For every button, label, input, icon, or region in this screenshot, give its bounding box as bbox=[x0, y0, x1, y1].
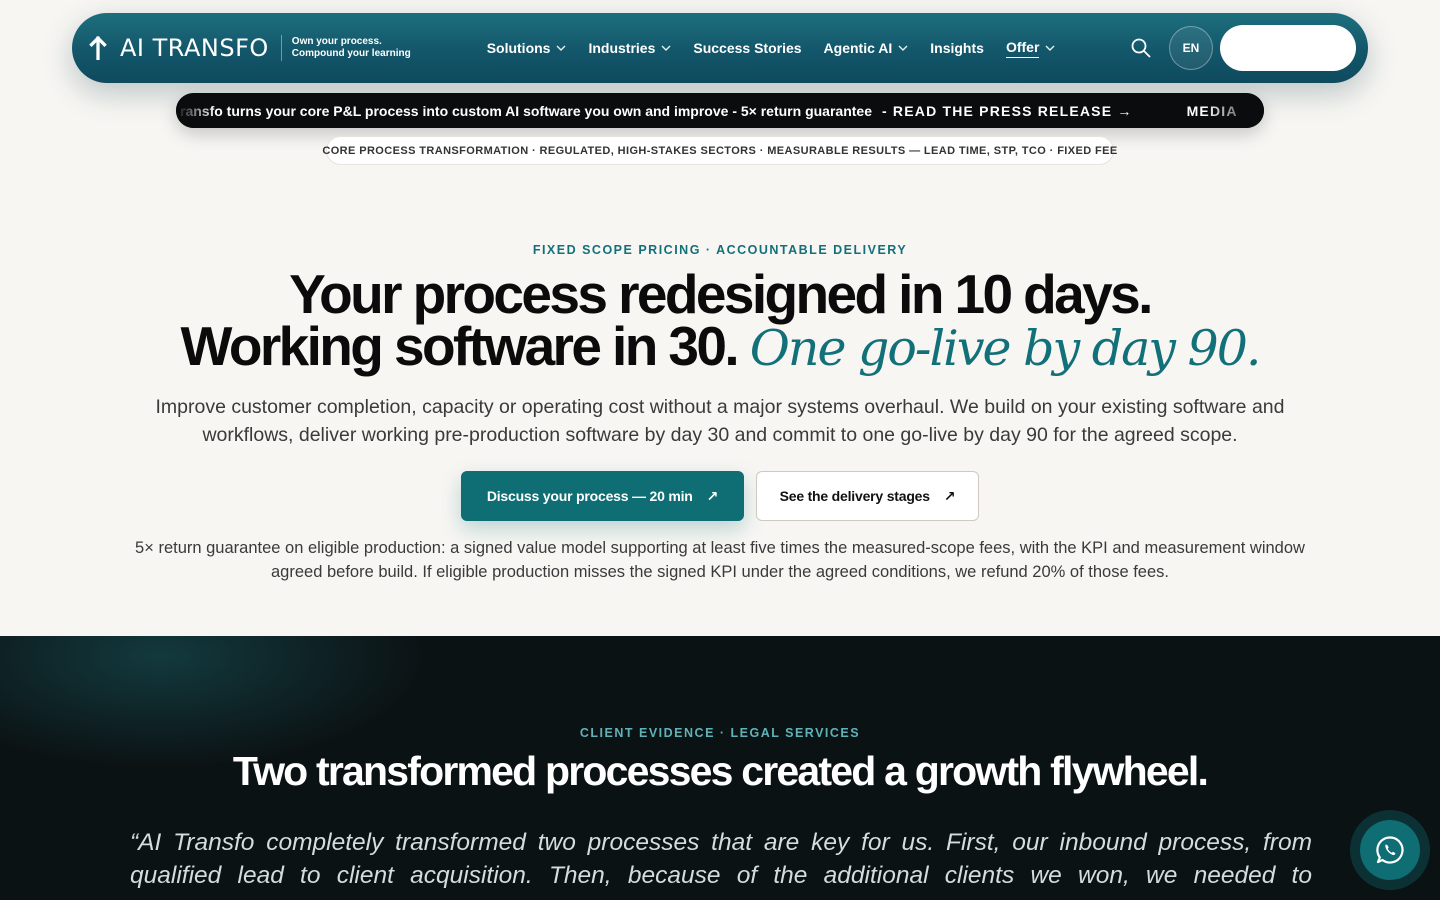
nav-item-industries[interactable]: Industries bbox=[588, 40, 671, 56]
whatsapp-icon bbox=[1376, 836, 1404, 864]
nav-item-offer[interactable]: Offer bbox=[1005, 39, 1055, 58]
arrow-up-right-icon: ↗ bbox=[706, 487, 719, 504]
chevron-down-icon bbox=[898, 45, 908, 51]
nav-cta-button[interactable] bbox=[1220, 25, 1356, 71]
arrow-up-right-icon: ↗ bbox=[943, 487, 956, 504]
evidence-title: Two transformed processes created a grow… bbox=[232, 748, 1209, 794]
client-evidence-section: CLIENT EVIDENCE · LEGAL SERVICES Two tra… bbox=[0, 636, 1440, 900]
tagline-line-1: Own your process. bbox=[291, 36, 382, 47]
nav-item-agentic-ai[interactable]: Agentic AI bbox=[824, 40, 909, 56]
chevron-down-icon bbox=[556, 45, 566, 51]
main-navigation: AI TRANSFO Own your process. Compound yo… bbox=[72, 13, 1368, 83]
hero-subtitle: Improve customer completion, capacity or… bbox=[155, 396, 1285, 446]
chat-widget-button[interactable] bbox=[1350, 810, 1430, 890]
delivery-stages-button[interactable]: See the delivery stages ↗ bbox=[756, 471, 979, 521]
delivery-stages-label: See the delivery stages bbox=[779, 488, 930, 504]
ticker-text: ransfo turns your core P&L process into … bbox=[180, 102, 872, 119]
nav-menu: Solutions Industries Success Stories Age… bbox=[487, 39, 1078, 58]
nav-item-insights[interactable]: Insights bbox=[930, 40, 984, 56]
discuss-process-label: Discuss your process — 20 min bbox=[486, 488, 693, 504]
discuss-process-button[interactable]: Discuss your process — 20 min ↗ bbox=[461, 471, 744, 521]
search-icon[interactable] bbox=[1130, 37, 1152, 59]
hero-title: Your process redesigned in 10 days. Work… bbox=[0, 267, 1440, 377]
nav-item-label: Industries bbox=[588, 40, 656, 56]
nav-item-label: Offer bbox=[1005, 39, 1040, 58]
language-switcher[interactable]: EN bbox=[1169, 26, 1213, 70]
brand-divider bbox=[280, 35, 282, 61]
nav-item-label: Insights bbox=[930, 40, 984, 56]
ticker-fade-left bbox=[176, 93, 216, 128]
chevron-down-icon bbox=[661, 45, 671, 51]
nav-item-label: Agentic AI bbox=[823, 40, 893, 56]
chat-widget-inner bbox=[1360, 820, 1420, 880]
ticker-fade-right bbox=[1204, 93, 1264, 128]
client-quote: “AI Transfo completely transformed two p… bbox=[130, 829, 1312, 889]
hero-title-italic: One go-live by day 90. bbox=[749, 320, 1262, 377]
hero-title-line-2: Working software in 30. bbox=[180, 315, 740, 377]
nav-item-success-stories[interactable]: Success Stories bbox=[693, 40, 801, 56]
ticker-content: ransfo turns your core P&L process into … bbox=[180, 103, 1238, 119]
brand-name: AI TRANSFO bbox=[120, 34, 269, 62]
tagline-line-2: Compound your learning bbox=[291, 48, 411, 59]
press-release-link[interactable]: - READ THE PRESS RELEASE → bbox=[882, 103, 1133, 119]
positioning-bar: CORE PROCESS TRANSFORMATION · REGULATED,… bbox=[322, 136, 1117, 165]
chevron-down-icon bbox=[1045, 45, 1055, 51]
nav-item-solutions[interactable]: Solutions bbox=[487, 40, 567, 56]
hero-eyebrow: FIXED SCOPE PRICING · ACCOUNTABLE DELIVE… bbox=[532, 243, 908, 257]
announcement-ticker: ransfo turns your core P&L process into … bbox=[176, 93, 1264, 128]
nav-item-label: Solutions bbox=[486, 40, 551, 56]
arrow-up-icon bbox=[89, 36, 107, 60]
brand-logo[interactable]: AI TRANSFO Own your process. Compound yo… bbox=[88, 34, 411, 62]
evidence-eyebrow: CLIENT EVIDENCE · LEGAL SERVICES bbox=[579, 726, 861, 740]
guarantee-text: 5× return guarantee on eligible producti… bbox=[135, 539, 1305, 581]
brand-tagline: Own your process. Compound your learning bbox=[292, 36, 411, 60]
nav-item-label: Success Stories bbox=[693, 40, 802, 56]
